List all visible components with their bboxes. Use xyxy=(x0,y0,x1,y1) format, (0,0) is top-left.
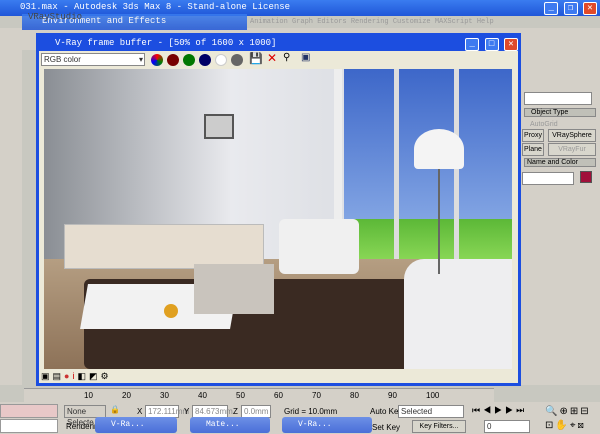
lock-icon[interactable]: 🔒 xyxy=(110,405,120,414)
y-label: Y xyxy=(184,407,190,416)
proxy-button[interactable]: Proxy xyxy=(522,129,544,142)
object-type-rollout[interactable]: Object Type xyxy=(524,108,596,117)
object-color-swatch[interactable] xyxy=(580,171,592,183)
vfb-minimize-button[interactable]: _ xyxy=(465,38,480,51)
object-name-field[interactable] xyxy=(522,172,574,185)
viewport-nav-controls[interactable]: 🔍⊕⊞⊟ ⊡✋⌖⊠ xyxy=(545,405,591,433)
command-panel: Object Type AutoGrid Proxy VRaySphere Pl… xyxy=(520,50,600,385)
vraystudio-label: VRayStudio xyxy=(28,12,83,22)
x-label: X xyxy=(137,407,143,416)
timeline-tick: 90 xyxy=(388,391,397,400)
vfb-client: RGB color ▾ 💾 ✕ ⚲ ▣ ▣▤●i◧◩⚙ xyxy=(39,51,518,383)
restore-button[interactable]: ❐ xyxy=(563,2,578,15)
timeline-tick: 100 xyxy=(426,391,440,400)
name-color-rollout[interactable]: Name and Color xyxy=(524,158,596,167)
vray-frame-buffer-window: V-Ray frame buffer - [50% of 1600 x 1000… xyxy=(36,33,521,386)
plane-button[interactable]: Plane xyxy=(522,143,544,156)
red-channel-icon[interactable] xyxy=(167,54,179,66)
channel-select[interactable]: RGB color ▾ xyxy=(41,53,145,66)
autogrid-checkbox[interactable]: AutoGrid xyxy=(530,121,558,128)
levels-icon[interactable]: ◧ xyxy=(77,371,89,381)
vfb-title-bar[interactable]: V-Ray frame buffer - [50% of 1600 x 1000… xyxy=(39,36,518,51)
timeline-tick: 70 xyxy=(312,391,321,400)
timeline-tick: 80 xyxy=(350,391,359,400)
settings-icon[interactable]: ⚙ xyxy=(101,371,112,381)
left-command-strip xyxy=(0,50,22,385)
timeline-tick: 60 xyxy=(274,391,283,400)
vfb-title: V-Ray frame buffer - [50% of 1600 x 1000… xyxy=(55,38,277,48)
z-label: Z xyxy=(233,407,238,416)
timeline-tick: 10 xyxy=(84,391,93,400)
taskbar-vray-window[interactable]: V-Ra... xyxy=(95,417,177,433)
vrayfur-button[interactable]: VRayFur xyxy=(548,143,596,156)
key-mode-select[interactable]: Selected xyxy=(398,405,464,418)
grid-size: Grid = 10.0mm xyxy=(284,407,338,416)
save-icon[interactable]: 💾 xyxy=(249,52,263,65)
timeline-tick: 20 xyxy=(122,391,131,400)
listener-white[interactable] xyxy=(0,419,58,433)
vfb-close-button[interactable]: ✕ xyxy=(504,38,518,51)
current-frame[interactable]: 0 xyxy=(484,420,530,433)
app-title: 031.max - Autodesk 3ds Max 8 - Stand-alo… xyxy=(20,2,291,12)
menu-bar[interactable]: Animation Graph Editors Rendering Custom… xyxy=(250,18,494,26)
minimize-button[interactable]: _ xyxy=(544,2,559,15)
alpha-channel-icon[interactable] xyxy=(215,54,227,66)
timeline-tick: 40 xyxy=(198,391,207,400)
vfb-bottom-toolbar: ▣▤●i◧◩⚙ xyxy=(41,371,112,382)
taskbar-vray-window-2[interactable]: V-Ra... xyxy=(282,417,372,433)
timeline[interactable]: 10 20 30 40 50 60 70 80 90 100 xyxy=(24,388,494,402)
rgb-channel-icon[interactable] xyxy=(151,54,163,66)
vraysphere-button[interactable]: VRaySphere xyxy=(548,129,596,142)
clear-icon[interactable]: ✕ xyxy=(267,51,277,65)
category-dropdown[interactable] xyxy=(524,92,592,105)
set-key-button[interactable]: Set Key xyxy=(372,423,400,432)
timeline-tick: 50 xyxy=(236,391,245,400)
taskbar-material-window[interactable]: Mate... xyxy=(190,417,270,433)
blue-channel-icon[interactable] xyxy=(199,54,211,66)
curve-icon[interactable]: ◩ xyxy=(89,371,101,381)
rendered-image[interactable] xyxy=(44,69,512,369)
track-mouse-icon[interactable]: ⚲ xyxy=(283,52,290,63)
close-button[interactable]: ✕ xyxy=(583,2,597,15)
green-channel-icon[interactable] xyxy=(183,54,195,66)
history-icon[interactable]: ▣ xyxy=(41,371,53,381)
key-filters-button[interactable]: Key Filters... xyxy=(412,420,466,433)
mono-icon[interactable] xyxy=(231,54,243,66)
render-region-icon[interactable]: ▣ xyxy=(301,52,310,63)
vfb-maximize-button[interactable]: □ xyxy=(484,38,499,51)
timeline-tick: 30 xyxy=(160,391,169,400)
lut-icon[interactable]: ▤ xyxy=(53,371,65,381)
playback-controls[interactable]: ⏮◀▶▶⏭ xyxy=(472,405,527,416)
listener-pink[interactable] xyxy=(0,404,58,418)
